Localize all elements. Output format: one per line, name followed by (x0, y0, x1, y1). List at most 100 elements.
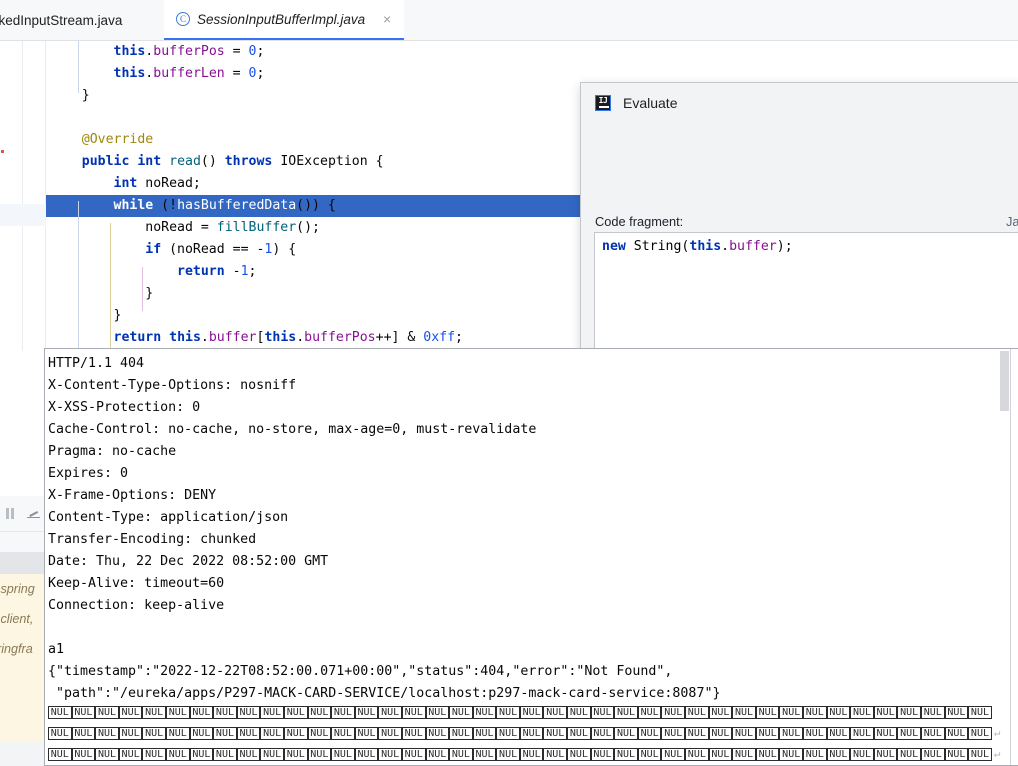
code-fragment-input[interactable]: new String(this.buffer); (594, 232, 1018, 361)
nul-glyph: NUL (71, 726, 96, 740)
nul-glyph: NUL (519, 747, 544, 761)
editor-tab-sessioninputbufferimpl[interactable]: C SessionInputBufferImpl.java × (164, 0, 405, 40)
nul-glyph: NUL (142, 705, 166, 719)
evaluate-dialog-title: Evaluate (623, 95, 678, 111)
console-output-panel[interactable]: HTTP/1.1 404 X-Content-Type-Options: nos… (44, 348, 1018, 766)
step-out-icon[interactable] (27, 508, 40, 519)
nul-glyph: NUL (142, 726, 166, 740)
code-token: 0 (248, 44, 257, 59)
nul-glyph: NUL (708, 747, 733, 761)
nul-glyph: NUL (189, 747, 214, 761)
code-token: 1 (240, 264, 249, 279)
editor-gutter[interactable] (0, 41, 46, 351)
code-token: = (224, 44, 249, 59)
nul-glyph: NUL (71, 747, 96, 761)
nul-glyph: NUL (449, 705, 473, 719)
code-token: @Override (81, 132, 154, 147)
nul-glyph: NUL (920, 726, 945, 740)
nul-glyph: NUL (71, 705, 96, 719)
nul-glyph: NUL (213, 747, 237, 761)
nul-glyph: NUL (661, 705, 686, 719)
nul-glyph: NUL (614, 747, 638, 761)
nul-glyph-row: NUL NUL NUL NUL NUL NUL NUL NUL NUL NUL NUL NUL NUL N… (48, 726, 1000, 740)
code-fragment-label: Code fragment: (595, 214, 684, 229)
nul-glyph: NUL (165, 747, 190, 761)
nul-glyph: NUL (118, 747, 143, 761)
nul-glyph: NUL (850, 726, 874, 740)
nul-glyph: NUL (236, 705, 261, 719)
console-scrollbar-track[interactable] (1010, 349, 1018, 765)
nul-glyph: NUL (331, 705, 355, 719)
nul-glyph: NUL (614, 726, 638, 740)
code-token: this (113, 66, 146, 81)
code-fragment-value[interactable]: new String(this.buffer); (595, 233, 1018, 257)
code-token: new (602, 239, 626, 254)
nul-glyph: NUL (543, 726, 568, 740)
nul-glyph: NUL (283, 747, 308, 761)
code-token: . (200, 330, 209, 345)
nul-glyph: NUL (685, 747, 709, 761)
nul-glyph: NUL (708, 726, 733, 740)
editor-tab-bar: C nkedInputStream.java C SessionInputBuf… (0, 0, 1018, 41)
nul-glyph: NUL (283, 705, 308, 719)
indent-guide (142, 267, 143, 311)
stack-frame-fragment[interactable]: b.client, (0, 604, 46, 634)
code-token: this (169, 330, 201, 345)
nul-glyph: NUL (543, 747, 568, 761)
code-line: while (!hasBufferedData()) { (46, 195, 628, 217)
nul-glyph: NUL (732, 705, 756, 719)
nul-glyph: NUL (189, 705, 214, 719)
nul-glyph: NUL (755, 705, 780, 719)
code-token: this (689, 239, 722, 254)
nul-glyph: NUL (354, 747, 379, 761)
pause-icon[interactable] (6, 508, 14, 519)
gutter-divider (22, 41, 23, 351)
code-token: } (81, 88, 90, 103)
nul-glyph: NUL (307, 705, 332, 719)
code-token: } (113, 308, 122, 323)
nul-glyph: NUL (850, 747, 874, 761)
nul-glyph: NUL (354, 726, 379, 740)
nul-glyph: NUL (307, 747, 332, 761)
nul-glyph: NUL (803, 705, 827, 719)
stack-trace-fragments[interactable]: g.springb.client,pringfra (0, 574, 46, 766)
nul-glyph: NUL (685, 705, 709, 719)
code-token: return (177, 264, 225, 279)
code-token: return (113, 330, 162, 345)
stack-frame-fragment[interactable]: g.spring (0, 574, 46, 604)
console-scrollbar-thumb[interactable] (1000, 351, 1009, 411)
code-token: hasBufferedData (177, 198, 297, 213)
code-token: bufferPos (304, 330, 376, 345)
nul-glyph: NUL (803, 726, 827, 740)
code-token: ; (248, 264, 257, 279)
language-label[interactable]: Ja (1006, 214, 1018, 229)
code-token: 0 (248, 66, 257, 81)
nul-glyph: NUL (685, 726, 709, 740)
nul-glyph: NUL (236, 747, 261, 761)
code-token: read (169, 154, 201, 169)
code-token: ; (256, 66, 265, 81)
nul-glyph: NUL (48, 705, 72, 719)
stack-frame-fragment[interactable]: pringfra (0, 634, 46, 664)
indent-guide (78, 41, 79, 93)
nul-glyph: NUL (142, 747, 166, 761)
nul-glyph: NUL (661, 726, 686, 740)
nul-glyph: NUL (944, 747, 969, 761)
code-token: } (145, 286, 154, 301)
frame-selected-row[interactable] (0, 552, 46, 574)
console-text: HTTP/1.1 404 X-Content-Type-Options: nos… (48, 356, 721, 701)
close-icon[interactable]: × (380, 12, 394, 26)
editor-tab-linkedinputstream[interactable]: C nkedInputStream.java (0, 0, 134, 40)
indent-guide (110, 223, 111, 351)
nul-glyph: NUL (968, 726, 992, 740)
wrap-marker-icon: ↵ (993, 747, 1001, 760)
evaluate-dialog[interactable]: IJ Evaluate Code fragment: Ja new String… (580, 82, 1018, 362)
nul-glyph: NUL (661, 747, 686, 761)
nul-glyph: NUL (637, 726, 662, 740)
code-token: bufferLen (153, 66, 225, 81)
nul-glyph: NUL (213, 705, 237, 719)
nul-glyph: NUL (968, 747, 992, 761)
nul-glyph: NUL (755, 747, 780, 761)
